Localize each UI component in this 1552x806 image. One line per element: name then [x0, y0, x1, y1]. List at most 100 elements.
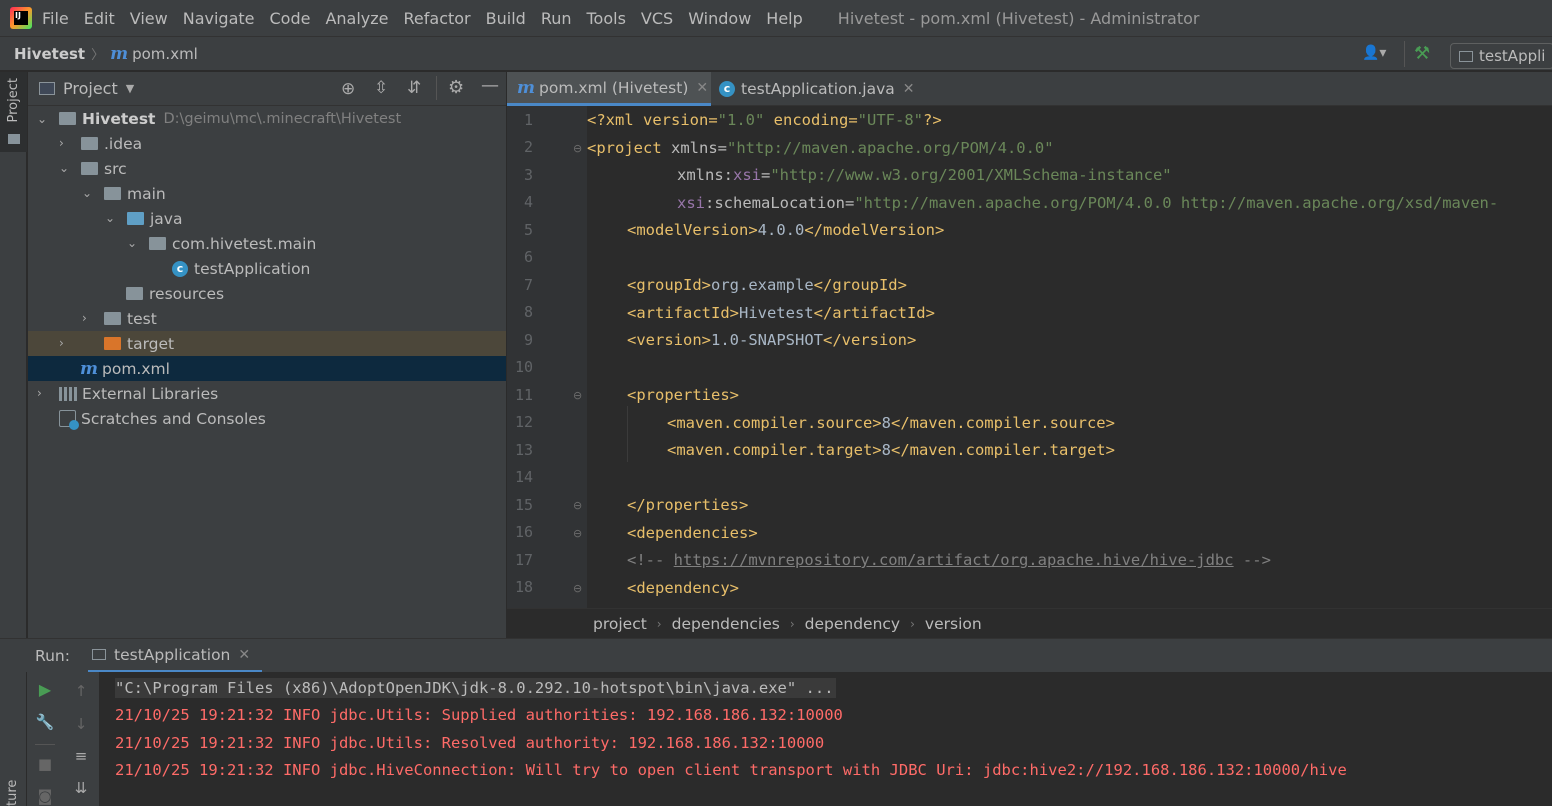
code-editor[interactable]: <?xml version="1.0" encoding="UTF-8"?> <… — [587, 106, 1552, 608]
tree-item-idea[interactable]: › .idea — [28, 131, 506, 156]
menu-tools[interactable]: Tools — [587, 9, 626, 28]
chevron-right-icon[interactable]: › — [82, 312, 94, 324]
tree-item-target[interactable]: › target — [28, 331, 506, 356]
tree-item-java[interactable]: ⌄ java — [28, 206, 506, 231]
line-number: 1 — [523, 111, 533, 129]
menu-view[interactable]: View — [130, 9, 168, 28]
project-panel-title[interactable]: Project — [63, 79, 118, 98]
module-folder-icon — [59, 112, 76, 125]
console-line: "C:\Program Files (x86)\AdoptOpenJDK\jdk… — [115, 678, 836, 698]
menu-analyze[interactable]: Analyze — [325, 9, 388, 28]
toolbar-divider — [35, 744, 55, 745]
build-hammer-icon[interactable]: ⚒ — [1414, 43, 1436, 65]
fold-marker-icon[interactable]: ⊖ — [573, 389, 582, 402]
fold-marker-icon[interactable]: ⊖ — [573, 527, 582, 540]
gear-icon[interactable]: ⚙ — [448, 77, 464, 98]
line-number: 2 — [523, 138, 533, 156]
menu-code[interactable]: Code — [270, 9, 311, 28]
tree-item-package[interactable]: ⌄ com.hivetest.main — [28, 231, 506, 256]
chevron-down-icon[interactable]: ⌄ — [105, 212, 117, 224]
close-icon[interactable]: ✕ — [696, 80, 708, 96]
code-line: <maven.compiler.source>8</maven.compiler… — [667, 414, 1115, 432]
app-config-icon — [92, 649, 106, 660]
menu-build[interactable]: Build — [486, 9, 526, 28]
tree-item-src[interactable]: ⌄ src — [28, 156, 506, 181]
tree-item-main[interactable]: ⌄ main — [28, 181, 506, 206]
fold-marker-icon[interactable]: ⊖ — [573, 499, 582, 512]
fold-marker-icon[interactable]: ⊖ — [573, 142, 582, 155]
tab-pom-xml[interactable]: m pom.xml (Hivetest) ✕ — [507, 72, 711, 106]
collapse-all-icon[interactable]: ⇵ — [407, 78, 421, 98]
tree-item-test[interactable]: › test — [28, 306, 506, 331]
expand-all-icon[interactable]: ⇳ — [374, 78, 388, 98]
breadcrumb-item[interactable]: version — [925, 615, 982, 633]
locate-file-icon[interactable]: ⊕ — [341, 79, 355, 99]
menu-refactor[interactable]: Refactor — [404, 9, 471, 28]
scroll-to-end-icon[interactable]: ⇊ — [71, 778, 91, 798]
project-tab-label: Project — [6, 78, 21, 123]
chevron-down-icon[interactable]: ⌄ — [82, 187, 94, 199]
chevron-right-icon[interactable]: › — [59, 337, 71, 349]
chevron-down-icon[interactable]: ⌄ — [127, 237, 139, 249]
breadcrumb-project[interactable]: Hivetest — [14, 45, 85, 63]
dropdown-arrow-icon[interactable]: ▼ — [126, 82, 134, 95]
arrow-up-icon[interactable]: ↑ — [71, 681, 91, 701]
excluded-folder-icon — [104, 337, 121, 350]
tree-item-label: resources — [149, 284, 225, 303]
wrench-icon[interactable]: 🔧 — [35, 712, 55, 732]
user-icon[interactable]: 👤▾ — [1362, 45, 1394, 65]
tree-item-scratches[interactable]: Scratches and Consoles — [28, 406, 506, 431]
code-line: <!-- https://mvnrepository.com/artifact/… — [627, 551, 1271, 569]
close-icon[interactable]: ✕ — [903, 81, 915, 97]
breadcrumb-file[interactable]: pom.xml — [132, 45, 198, 63]
tree-item-pom[interactable]: m pom.xml — [28, 356, 506, 381]
camera-icon[interactable]: ◙ — [35, 786, 55, 806]
console-output[interactable]: "C:\Program Files (x86)\AdoptOpenJDK\jdk… — [99, 672, 1552, 806]
menu-file[interactable]: File — [42, 9, 69, 28]
chevron-right-icon[interactable]: › — [59, 137, 71, 149]
menu-help[interactable]: Help — [766, 9, 802, 28]
run-configuration-select[interactable]: testAppli — [1450, 43, 1552, 69]
close-icon[interactable]: ✕ — [238, 647, 250, 663]
menu-navigate[interactable]: Navigate — [183, 9, 255, 28]
arrow-down-icon[interactable]: ↓ — [71, 714, 91, 734]
project-path: D:\geimu\mc\.minecraft\Hivetest — [163, 110, 402, 127]
tool-tab-project[interactable]: Project — [0, 72, 27, 152]
menu-edit[interactable]: Edit — [84, 9, 115, 28]
chevron-down-icon[interactable]: ⌄ — [37, 113, 49, 125]
menu-vcs[interactable]: VCS — [641, 9, 673, 28]
soft-wrap-icon[interactable]: ≡ — [71, 746, 91, 766]
structure-tab-label[interactable]: ture — [5, 774, 20, 806]
java-class-icon: c — [172, 260, 188, 277]
stop-icon[interactable]: ■ — [35, 754, 55, 774]
package-icon — [149, 237, 166, 250]
breadcrumb-item[interactable]: dependency — [805, 615, 900, 633]
minimize-icon[interactable]: — — [481, 75, 499, 96]
tree-item-label: pom.xml — [102, 359, 170, 378]
console-line: 21/10/25 19:21:32 INFO jdbc.Utils: Resol… — [115, 734, 825, 752]
line-number: 14 — [514, 468, 533, 486]
code-line: <artifactId>Hivetest</artifactId> — [627, 304, 935, 322]
intellij-logo-icon: IJ — [10, 7, 32, 29]
java-class-icon: c — [719, 81, 735, 97]
tree-item-external-libraries[interactable]: › External Libraries — [28, 381, 506, 406]
tree-item-resources[interactable]: resources — [28, 281, 506, 306]
chevron-right-icon[interactable]: › — [37, 387, 49, 399]
menu-window[interactable]: Window — [688, 9, 751, 28]
tree-item-testapplication[interactable]: c testApplication — [28, 256, 506, 281]
code-line: <groupId>org.example</groupId> — [627, 276, 907, 294]
tree-item-label: test — [127, 309, 157, 328]
breadcrumb-item[interactable]: project — [593, 615, 647, 633]
fold-marker-icon[interactable]: ⊖ — [573, 582, 582, 595]
comment-link[interactable]: https://mvnrepository.com/artifact/org.a… — [674, 551, 1234, 569]
code-line: <version>1.0-SNAPSHOT</version> — [627, 331, 917, 349]
tree-item-label: src — [104, 159, 127, 178]
breadcrumb-item[interactable]: dependencies — [672, 615, 780, 633]
maven-file-icon: m — [80, 358, 98, 379]
rerun-icon[interactable]: ▶ — [35, 680, 55, 700]
tab-testapplication-java[interactable]: c testApplication.java ✕ — [719, 72, 919, 106]
menu-run[interactable]: Run — [541, 9, 572, 28]
tree-item-hivetest[interactable]: ⌄ Hivetest D:\geimu\mc\.minecraft\Hivete… — [28, 106, 506, 131]
run-tab-testapplication[interactable]: testApplication ✕ — [88, 639, 262, 673]
chevron-down-icon[interactable]: ⌄ — [59, 162, 71, 174]
